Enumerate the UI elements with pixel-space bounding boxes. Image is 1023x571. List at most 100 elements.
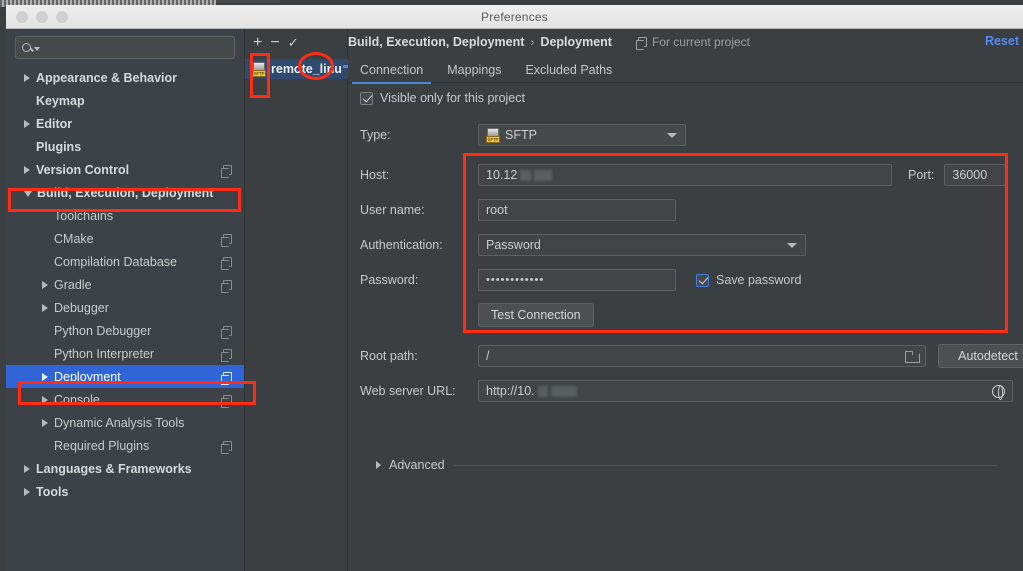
sidebar-item-editor[interactable]: Editor bbox=[6, 112, 244, 135]
globe-icon[interactable] bbox=[992, 384, 1005, 400]
sidebar-item-label: Deployment bbox=[54, 369, 121, 384]
web-server-url-label: Web server URL: bbox=[360, 384, 456, 398]
copy-settings-icon bbox=[221, 256, 232, 270]
test-connection-button[interactable]: Test Connection bbox=[478, 303, 594, 327]
sidebar-item-label: Gradle bbox=[54, 277, 92, 292]
sidebar-item-label: Appearance & Behavior bbox=[36, 70, 178, 85]
advanced-section[interactable]: Advanced bbox=[376, 458, 998, 472]
sidebar-item-dynamic-analysis-tools[interactable]: Dynamic Analysis Tools bbox=[6, 411, 244, 434]
sidebar-item-console[interactable]: Console bbox=[6, 388, 244, 411]
tab-label: Excluded Paths bbox=[525, 62, 613, 77]
add-server-button[interactable]: + bbox=[253, 35, 262, 51]
chevron-right-icon[interactable] bbox=[42, 303, 48, 312]
server-toolbar: + − ✓ bbox=[245, 29, 348, 57]
remove-server-button[interactable]: − bbox=[270, 35, 279, 51]
sidebar-item-python-debugger[interactable]: Python Debugger bbox=[6, 319, 244, 342]
chevron-right-icon[interactable] bbox=[42, 372, 48, 381]
project-scope-label: For current project bbox=[651, 35, 751, 49]
search-input[interactable] bbox=[45, 40, 228, 55]
sidebar-item-debugger[interactable]: Debugger bbox=[6, 296, 244, 319]
sidebar-item-required-plugins[interactable]: Required Plugins bbox=[6, 434, 244, 457]
username-label: User name: bbox=[360, 203, 425, 217]
host-input[interactable]: 10.12 bbox=[478, 164, 892, 186]
visible-only-label: Visible only for this project bbox=[380, 91, 525, 105]
web-server-url-redaction bbox=[550, 385, 577, 397]
sidebar-item-cmake[interactable]: CMake bbox=[6, 227, 244, 250]
sidebar-item-compilation-database[interactable]: Compilation Database bbox=[6, 250, 244, 273]
chevron-right-icon[interactable] bbox=[42, 395, 48, 404]
sidebar-item-build-execution-deployment[interactable]: Build, Execution, Deployment bbox=[6, 181, 244, 204]
sidebar-item-languages-frameworks[interactable]: Languages & Frameworks bbox=[6, 457, 244, 480]
web-server-url-input[interactable]: http://10. bbox=[478, 380, 1013, 402]
sidebar-item-python-interpreter[interactable]: Python Interpreter bbox=[6, 342, 244, 365]
host-row: Host: 10.12 Port: 36000 bbox=[360, 164, 1007, 186]
chevron-right-icon[interactable] bbox=[24, 119, 30, 128]
search-box[interactable] bbox=[15, 36, 235, 59]
connection-form: Visible only for this project Type: SFTP… bbox=[348, 85, 1023, 571]
server-list-item[interactable]: SFTP remote_linu bbox=[245, 59, 348, 79]
visible-only-checkbox[interactable] bbox=[360, 91, 373, 105]
chevron-down-icon bbox=[787, 242, 797, 248]
sidebar-item-deployment[interactable]: Deployment bbox=[6, 365, 244, 388]
save-password-checkbox[interactable] bbox=[696, 273, 709, 287]
chevron-right-icon[interactable] bbox=[24, 487, 30, 496]
password-row: Password: •••••••••••• Save password bbox=[360, 269, 801, 291]
chevron-right-icon[interactable] bbox=[42, 280, 48, 289]
sidebar-item-label: Required Plugins bbox=[54, 438, 150, 453]
copy-settings-icon bbox=[221, 394, 232, 408]
preferences-window: Preferences Appearance & Behavior Keymap E… bbox=[0, 0, 1023, 571]
type-select[interactable]: SFTP SFTP bbox=[478, 124, 686, 146]
tab-mappings[interactable]: Mappings bbox=[435, 57, 513, 83]
sidebar-item-appearance-behavior[interactable]: Appearance & Behavior bbox=[6, 66, 244, 89]
sidebar-item-gradle[interactable]: Gradle bbox=[6, 273, 244, 296]
authentication-label: Authentication: bbox=[360, 238, 443, 252]
breadcrumb-parent[interactable]: Build, Execution, Deployment bbox=[348, 35, 524, 49]
sidebar-item-plugins[interactable]: Plugins bbox=[6, 135, 244, 158]
test-connection-row: Test Connection bbox=[360, 303, 594, 327]
sidebar-item-label: Python Debugger bbox=[54, 323, 152, 338]
autodetect-button[interactable]: Autodetect bbox=[938, 344, 1023, 368]
web-server-url-value: http://10. bbox=[486, 384, 535, 398]
sidebar-item-label: Version Control bbox=[36, 162, 130, 177]
tab-connection[interactable]: Connection bbox=[348, 57, 435, 84]
copy-settings-icon bbox=[221, 440, 232, 454]
port-input[interactable]: 36000 bbox=[944, 164, 1007, 186]
advanced-divider bbox=[452, 464, 998, 466]
host-redaction bbox=[520, 169, 532, 181]
root-path-row: Root path: / Autodetect bbox=[360, 344, 1023, 368]
chevron-down-icon[interactable] bbox=[24, 190, 32, 197]
sidebar-item-label: Languages & Frameworks bbox=[36, 461, 192, 476]
window-title: Preferences bbox=[481, 9, 548, 24]
username-row: User name: root bbox=[360, 199, 676, 221]
sidebar-item-keymap[interactable]: Keymap bbox=[6, 89, 244, 112]
username-input[interactable]: root bbox=[478, 199, 676, 221]
sidebar-item-version-control[interactable]: Version Control bbox=[6, 158, 244, 181]
password-input[interactable]: •••••••••••• bbox=[478, 269, 676, 291]
web-server-url-row: Web server URL: http://10. bbox=[360, 380, 1013, 402]
root-path-label: Root path: bbox=[360, 349, 418, 363]
sidebar-item-tools[interactable]: Tools bbox=[6, 480, 244, 503]
chevron-right-icon[interactable] bbox=[24, 464, 30, 473]
folder-icon[interactable] bbox=[905, 351, 920, 363]
use-as-default-button[interactable]: ✓ bbox=[288, 35, 299, 51]
sidebar-item-toolchains[interactable]: Toolchains bbox=[6, 204, 244, 227]
sidebar-item-label: Plugins bbox=[36, 139, 82, 154]
sidebar-item-label: Tools bbox=[36, 484, 69, 499]
tab-label: Mappings bbox=[447, 62, 502, 77]
chevron-right-icon[interactable] bbox=[24, 165, 30, 174]
copy-settings-icon bbox=[221, 325, 232, 339]
host-value: 10.12 bbox=[486, 168, 518, 182]
password-value: •••••••••••• bbox=[486, 274, 545, 286]
settings-sidebar: Appearance & Behavior Keymap Editor Plugins… bbox=[6, 29, 245, 571]
root-path-input[interactable]: / bbox=[478, 345, 926, 367]
reset-link[interactable]: Reset bbox=[985, 34, 1019, 48]
sftp-icon: SFTP bbox=[486, 127, 501, 143]
chevron-right-icon[interactable] bbox=[24, 73, 30, 82]
search-icon bbox=[22, 43, 40, 52]
authentication-select[interactable]: Password bbox=[478, 234, 806, 256]
breadcrumb: Build, Execution, Deployment › Deploymen… bbox=[348, 29, 1023, 55]
host-label: Host: bbox=[360, 168, 390, 182]
chevron-right-icon[interactable] bbox=[42, 418, 48, 427]
sftp-icon: SFTP bbox=[252, 61, 267, 77]
tab-excluded-paths[interactable]: Excluded Paths bbox=[513, 57, 624, 83]
